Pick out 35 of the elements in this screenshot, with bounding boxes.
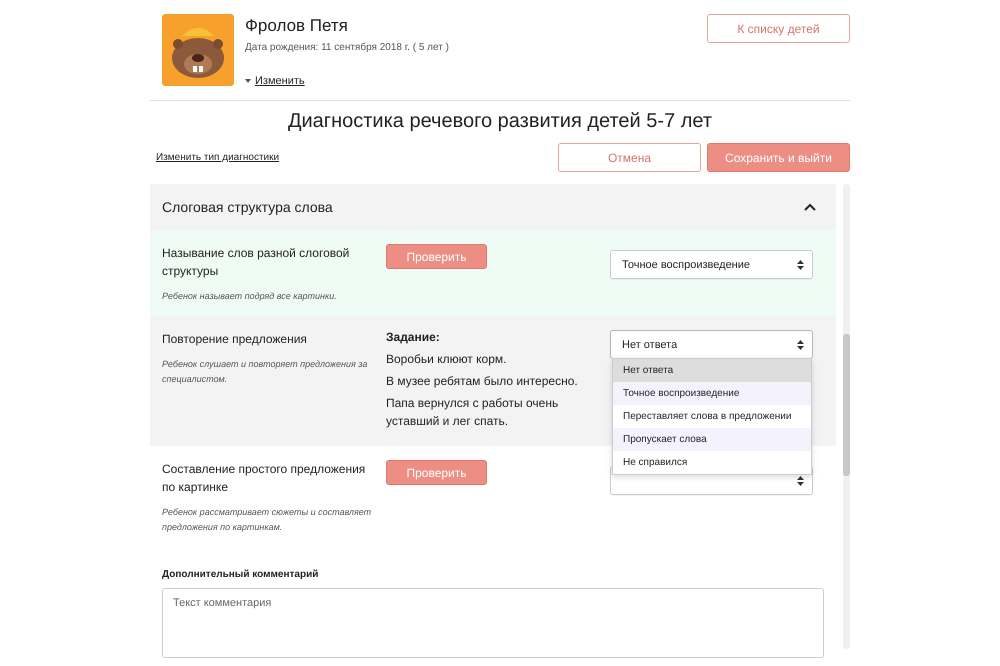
task-sentence: Папа вернулся с работы очень уставший и лег спать. [386,395,560,430]
dropdown-option[interactable]: Пропускает слова [613,428,811,451]
comment-field[interactable]: Текст комментария [162,588,824,658]
sort-caret-icon [797,340,804,350]
dropdown-caret-icon [245,79,251,83]
task-sentence: Воробьи клюют корм. [386,351,508,368]
task-sentence: В музее ребятам было интересно. [386,373,579,390]
sort-caret-icon [797,476,804,486]
sort-caret-icon [797,260,804,270]
task-label: Задание: [386,330,441,344]
avatar-drawing [162,14,234,86]
child-name: Фролов Петя [245,16,349,36]
birth-date: Дата рождения: 11 сентября 2018 г. ( 5 лет ) [245,42,450,53]
dropdown-option[interactable]: Точное воспроизведение [613,382,811,405]
scrollbar[interactable] [843,184,850,649]
dropdown-option[interactable]: Нет ответа [613,359,811,382]
section-header[interactable]: Слоговая структура слова [150,184,836,230]
section-title: Слоговая структура слова [162,199,333,215]
item-title: Составление простого предложения по картинке [162,461,366,496]
dropdown-option[interactable]: Переставляет слова в предложении [613,405,811,428]
edit-link[interactable]: Изменить [245,75,305,87]
comment-label: Дополнительный комментарий [162,569,320,580]
dropdown-option[interactable]: Не справился [613,451,811,474]
select-value: Нет ответа [622,338,678,350]
select-value: Точное воспроизведение [622,258,750,270]
page-title: Диагностика речевого развития детей 5-7 лет [286,110,714,133]
item-title: Называние слов разной слоговой структуры [162,245,350,280]
scrollbar-thumb[interactable] [843,334,850,476]
item-hint: Ребенок рассматривает сюжеты и составляет предложения по картинкам. [162,506,372,534]
select-field[interactable]: Нет ответа [610,330,813,359]
change-type-link[interactable]: Изменить тип диагностики [156,152,552,163]
item-hint: Ребенок называет подряд все картинки. [162,290,338,303]
item-title: Повторение предложения [162,331,308,348]
item-hint: Ребенок слушает и повторяет предложения за специалистом. [162,358,368,386]
select-field[interactable]: Точное воспроизведение [610,250,813,279]
